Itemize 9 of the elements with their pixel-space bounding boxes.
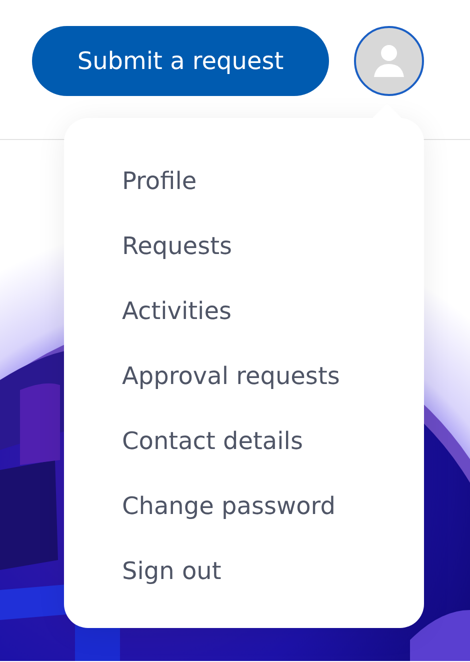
menu-item[interactable]: Approval requests: [122, 343, 340, 408]
menu-item[interactable]: Activities: [122, 278, 232, 343]
submit-request-button[interactable]: Submit a request: [32, 26, 329, 96]
menu-item[interactable]: Sign out: [122, 538, 222, 603]
menu-item[interactable]: Change password: [122, 473, 336, 538]
menu-item[interactable]: Profile: [122, 148, 197, 213]
menu-item[interactable]: Requests: [122, 213, 232, 278]
person-icon: [373, 44, 405, 78]
menu-item[interactable]: Contact details: [122, 408, 303, 473]
